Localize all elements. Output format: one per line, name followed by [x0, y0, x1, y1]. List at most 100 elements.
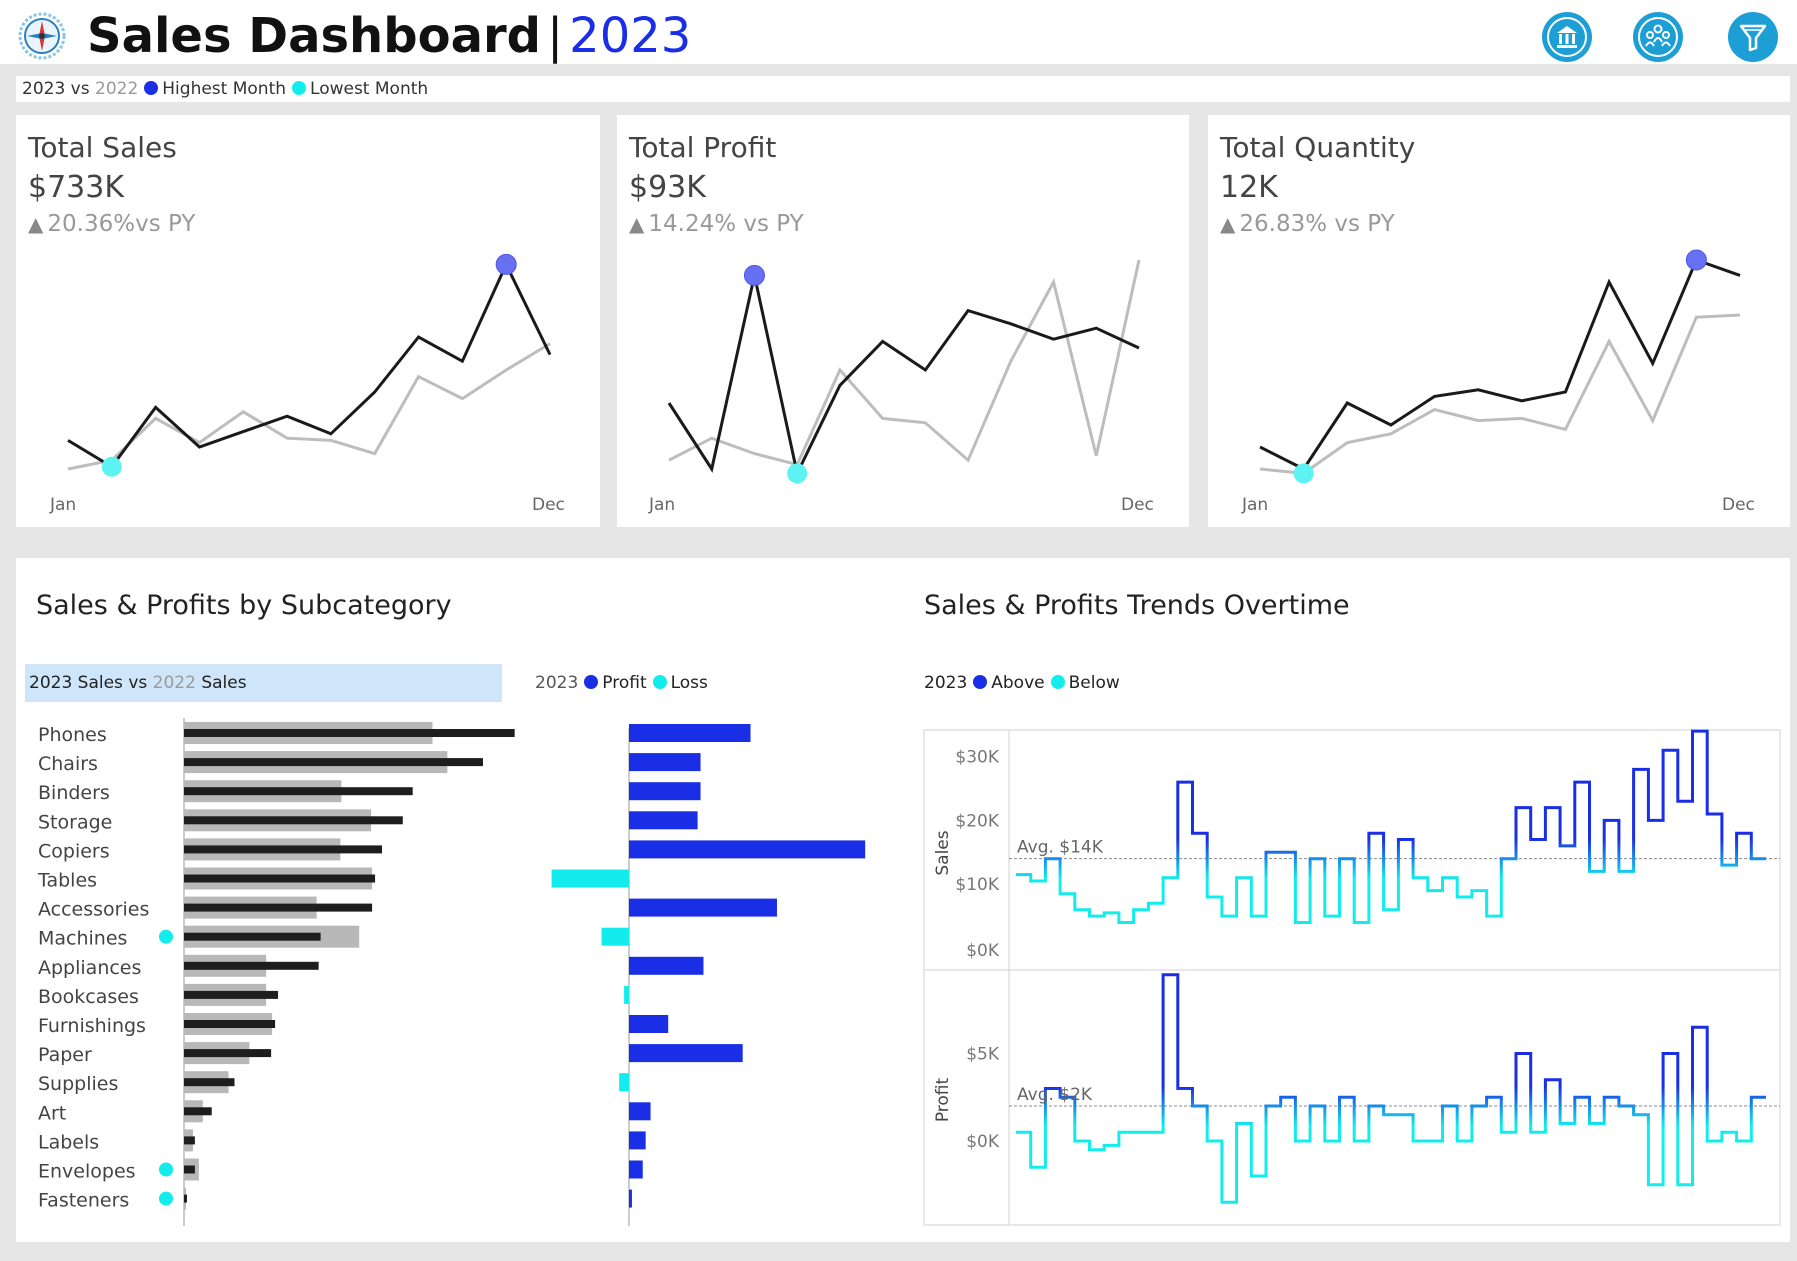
- category-label: Machines: [38, 928, 127, 950]
- category-label: Storage: [38, 811, 112, 833]
- prev-year-line: [67, 342, 551, 471]
- profit-bar: [629, 753, 701, 772]
- dashboard-title: Sales Dashboard: [87, 8, 541, 64]
- highest-dot-icon: [144, 81, 159, 95]
- category-label: Envelopes: [38, 1161, 136, 1183]
- kpi-card-sales: Total Sales $733K ▲ 20.36%vs PY Jan Dec: [16, 115, 600, 527]
- people-button[interactable]: [1633, 12, 1683, 62]
- category-label: Appliances: [38, 957, 141, 979]
- sales-axis-label: Sales: [933, 830, 953, 875]
- lowest-dot-icon: [292, 81, 307, 95]
- sales-2023-bar: [184, 874, 376, 883]
- sales-2023-bar: [184, 1107, 212, 1116]
- loss-bar: [601, 927, 629, 946]
- legend-bar: 2023 vs 2022 Highest Month Lowest Month: [16, 76, 1790, 102]
- category-label: Chairs: [38, 753, 98, 775]
- sales-tick-label: $20K: [955, 811, 999, 831]
- lowest-marker: [159, 1191, 173, 1206]
- category-label: Supplies: [38, 1073, 118, 1095]
- legend-vs: vs: [70, 79, 90, 99]
- legend-highest: Highest Month: [162, 79, 287, 99]
- prev-year-line: [668, 259, 1141, 467]
- current-year-line: [67, 260, 552, 469]
- sales-2023-bar: [184, 1049, 272, 1058]
- bottom-panel: Sales & Profits by Subcategory 2023 Sale…: [16, 558, 1790, 1242]
- title-separator: |: [546, 8, 564, 64]
- kpi-sparkline: Jan Dec: [1241, 249, 1755, 515]
- category-label: Tables: [37, 870, 97, 892]
- lowest-month-marker: [1293, 463, 1314, 484]
- trends-frame: [923, 729, 1781, 1226]
- profit-bar: [629, 724, 751, 742]
- current-year-line: [1259, 258, 1741, 471]
- profit-bar: [629, 1044, 743, 1063]
- category-label: Accessories: [38, 899, 149, 921]
- sales-2023-bar: [184, 758, 483, 767]
- sales-2023-bar: [184, 990, 279, 999]
- kpi-sparkline: Jan Dec: [49, 253, 565, 515]
- axis-start-label: Jan: [49, 495, 76, 515]
- sales-2023-bar: [184, 1165, 195, 1174]
- kpi-sparkline: Jan Dec: [648, 259, 1154, 515]
- sales-2023-bar: [184, 787, 413, 796]
- sales-2023-bar: [184, 903, 373, 912]
- category-label: Labels: [38, 1131, 99, 1153]
- axis-end-label: Dec: [1121, 495, 1154, 515]
- current-year-line: [667, 275, 1140, 478]
- filter-button[interactable]: [1728, 12, 1778, 62]
- highest-month-marker: [743, 264, 765, 286]
- lowest-month-marker: [787, 463, 808, 484]
- profit-tick-label: $0K: [966, 1132, 1000, 1152]
- profit-bar: [629, 1189, 632, 1208]
- bank-icon: [1547, 17, 1587, 57]
- loss-bar: [624, 985, 629, 1004]
- sales-2023-bar: [184, 729, 515, 737]
- profit-bar: [629, 840, 866, 859]
- category-label: Art: [38, 1102, 66, 1124]
- bank-button[interactable]: [1542, 12, 1592, 62]
- profit-bar: [629, 1160, 643, 1179]
- sales-step-line: [1016, 729, 1766, 924]
- sales-2023-bar: [184, 1078, 235, 1087]
- category-label: Bookcases: [38, 986, 139, 1008]
- profit-bar: [629, 898, 777, 917]
- filter-icon: [1739, 24, 1767, 52]
- axis-start-label: Jan: [648, 495, 675, 515]
- sales-2023-bar: [184, 816, 403, 825]
- bottom-charts: Phones Chairs Binders Storage Copiers Tables A…: [37, 718, 1781, 1226]
- profit-bar: [629, 811, 698, 830]
- legend-lowest: Lowest Month: [310, 79, 429, 99]
- sales-tick-label: $0K: [966, 941, 1000, 961]
- sales-2023-bar: [184, 845, 382, 854]
- sales-avg-label: Avg. $14K: [1017, 838, 1104, 858]
- lowest-marker: [159, 929, 173, 944]
- category-label: Paper: [38, 1044, 92, 1066]
- profit-avg-label: Avg. $2K: [1017, 1085, 1093, 1105]
- profit-bar: [629, 782, 701, 801]
- highest-month-marker: [495, 253, 517, 275]
- loss-bar: [619, 1073, 629, 1092]
- profit-bar: [629, 1102, 651, 1121]
- axis-start-label: Jan: [1241, 495, 1268, 515]
- sales-tick-label: $10K: [955, 875, 999, 895]
- title-year: 2023: [569, 8, 692, 64]
- lowest-marker: [159, 1162, 173, 1177]
- category-label: Phones: [38, 724, 107, 746]
- category-label: Binders: [38, 782, 110, 804]
- kpi-card-profit: Total Profit $93K ▲ 14.24% vs PY Jan Dec: [617, 115, 1189, 527]
- profit-bar: [629, 1015, 669, 1033]
- compass-icon: [18, 12, 66, 60]
- profit-step-line: [1016, 973, 1766, 1204]
- profit-axis-label: Profit: [933, 1077, 953, 1122]
- sales-2023-bar: [184, 1136, 195, 1145]
- legend-previous-year: 2022: [95, 79, 139, 99]
- category-label: Copiers: [38, 840, 110, 862]
- highest-month-marker: [1685, 249, 1707, 271]
- legend-current-year: 2023: [22, 79, 66, 99]
- sales-tick-label: $30K: [955, 748, 999, 768]
- category-label: Fasteners: [38, 1190, 129, 1212]
- sales-2023-bar: [184, 1020, 276, 1028]
- profit-bar: [629, 1131, 646, 1150]
- sales-2023-bar: [184, 932, 321, 941]
- profit-tick-label: $5K: [966, 1045, 1000, 1065]
